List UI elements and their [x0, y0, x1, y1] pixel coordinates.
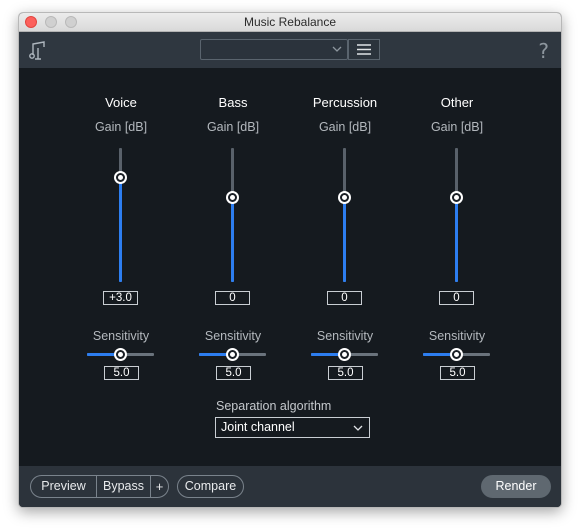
gain-slider-fill [455, 197, 458, 282]
chevron-down-icon [353, 425, 363, 431]
sensitivity-label: Sensitivity [204, 329, 262, 343]
channel-name: Bass [218, 95, 248, 110]
help-icon[interactable]: ? [538, 39, 549, 63]
gain-value-field[interactable]: +3.0 [103, 291, 138, 305]
channel-name: Other [440, 95, 474, 110]
main-panel: Voice Gain [dB] +3.0 Sensitivity 5.0 Bas… [19, 68, 561, 466]
gain-slider-fill [119, 177, 122, 282]
gain-value-field[interactable]: 0 [439, 291, 474, 305]
preset-menu-button[interactable] [348, 39, 380, 60]
gain-value-field[interactable]: 0 [215, 291, 250, 305]
gain-label: Gain [dB] [94, 120, 148, 134]
title-bar: Music Rebalance [19, 13, 561, 32]
gain-slider-handle[interactable] [450, 191, 463, 205]
sensitivity-value-field[interactable]: 5.0 [328, 366, 363, 380]
compare-button[interactable]: Compare [177, 475, 244, 498]
gain-slider-fill [231, 197, 234, 282]
sensitivity-slider-handle[interactable] [226, 348, 239, 361]
maximize-window-button[interactable] [65, 16, 77, 28]
gain-slider-handle[interactable] [338, 191, 351, 205]
sensitivity-label: Sensitivity [92, 329, 150, 343]
channel-name: Voice [105, 95, 137, 110]
sensitivity-slider-handle[interactable] [450, 348, 463, 361]
channel-name: Percussion [312, 95, 378, 110]
sensitivity-slider-handle[interactable] [114, 348, 127, 361]
minimize-window-button[interactable] [45, 16, 57, 28]
bottom-toolbar: Preview Bypass + Compare Render [19, 466, 561, 507]
sensitivity-slider-handle[interactable] [338, 348, 351, 361]
gain-label: Gain [dB] [430, 120, 484, 134]
separation-algorithm-dropdown[interactable]: Joint channel [215, 417, 370, 438]
bypass-button[interactable]: Bypass [96, 475, 151, 498]
gain-value-field[interactable]: 0 [327, 291, 362, 305]
sensitivity-value-field[interactable]: 5.0 [104, 366, 139, 380]
separation-algorithm-value: Joint channel [221, 420, 295, 434]
gain-slider-handle[interactable] [226, 191, 239, 205]
render-button[interactable]: Render [481, 475, 551, 498]
hamburger-menu-icon [357, 44, 371, 55]
preview-button[interactable]: Preview [30, 475, 97, 498]
gain-slider-handle[interactable] [114, 170, 127, 184]
preset-dropdown[interactable] [200, 39, 348, 60]
gain-label: Gain [dB] [206, 120, 260, 134]
music-note-icon[interactable] [29, 39, 51, 61]
gain-slider-fill [343, 197, 346, 282]
separation-algorithm-label: Separation algorithm [216, 399, 332, 413]
music-rebalance-window: Music Rebalance ? Voice Gain [dB] +3.0 S… [18, 12, 562, 508]
top-toolbar: ? [19, 32, 561, 68]
sensitivity-value-field[interactable]: 5.0 [440, 366, 475, 380]
gain-label: Gain [dB] [318, 120, 372, 134]
sensitivity-label: Sensitivity [316, 329, 374, 343]
chevron-down-icon [332, 46, 342, 52]
sensitivity-label: Sensitivity [428, 329, 486, 343]
close-window-button[interactable] [25, 16, 37, 28]
sensitivity-value-field[interactable]: 5.0 [216, 366, 251, 380]
window-title: Music Rebalance [243, 15, 337, 29]
add-bypass-button[interactable]: + [150, 475, 169, 498]
